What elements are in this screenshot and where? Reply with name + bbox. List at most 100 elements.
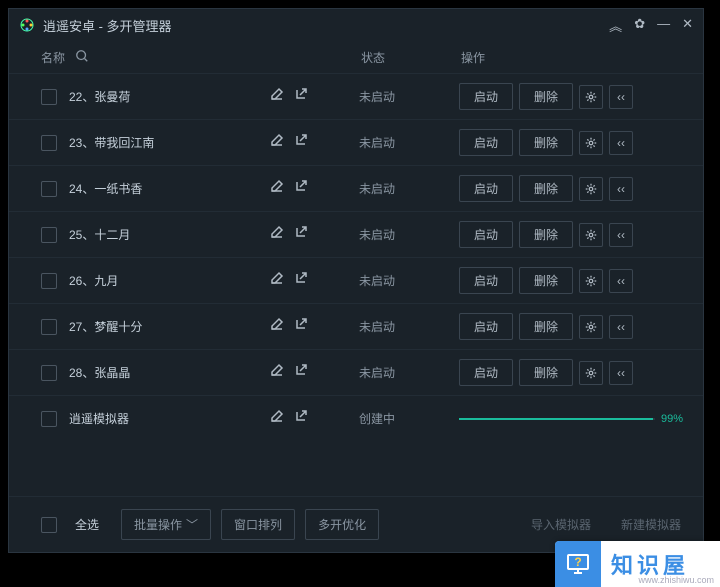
more-button[interactable]: ‹‹: [609, 177, 633, 201]
delete-button[interactable]: 删除: [519, 175, 573, 202]
table-row: 22、张曼荷 未启动 启动 删除 ‹‹: [9, 73, 703, 119]
start-button[interactable]: 启动: [459, 129, 513, 156]
table-row: 23、带我回江南 未启动 启动 删除 ‹‹: [9, 119, 703, 165]
multi-optimize-button[interactable]: 多开优化: [305, 509, 379, 540]
settings-button[interactable]: [579, 269, 603, 293]
app-logo-icon: [19, 17, 35, 33]
launch-icon[interactable]: [293, 224, 309, 245]
delete-button[interactable]: 删除: [519, 359, 573, 386]
settings-gear-icon[interactable]: ✿: [634, 16, 645, 35]
watermark-icon: ?: [555, 541, 601, 587]
launch-icon[interactable]: [293, 362, 309, 383]
start-button[interactable]: 启动: [459, 313, 513, 340]
chevron-down-icon: ﹀: [186, 516, 198, 533]
row-status: 未启动: [359, 272, 459, 289]
row-name: 24、一纸书香: [69, 180, 269, 197]
row-checkbox[interactable]: [41, 181, 57, 197]
start-button[interactable]: 启动: [459, 83, 513, 110]
more-button[interactable]: ‹‹: [609, 269, 633, 293]
row-status: 未启动: [359, 318, 459, 335]
delete-button[interactable]: 删除: [519, 313, 573, 340]
edit-icon[interactable]: [269, 316, 285, 337]
table-row: 27、梦醒十分 未启动 启动 删除 ‹‹: [9, 303, 703, 349]
row-checkbox[interactable]: [41, 319, 57, 335]
row-status: 未启动: [359, 226, 459, 243]
row-checkbox[interactable]: [41, 365, 57, 381]
svg-text:?: ?: [574, 555, 581, 569]
row-name: 22、张曼荷: [69, 88, 269, 105]
launch-icon[interactable]: [293, 316, 309, 337]
more-button[interactable]: ‹‹: [609, 223, 633, 247]
header-name-label: 名称: [41, 49, 65, 66]
settings-button[interactable]: [579, 131, 603, 155]
import-button[interactable]: 导入模拟器: [521, 510, 601, 539]
settings-button[interactable]: [579, 85, 603, 109]
row-status: 未启动: [359, 180, 459, 197]
list-header: 名称 状态 操作: [9, 41, 703, 73]
search-icon[interactable]: [75, 49, 89, 66]
row-status: 创建中: [359, 410, 459, 427]
settings-button[interactable]: [579, 177, 603, 201]
table-row: 24、一纸书香 未启动 启动 删除 ‹‹: [9, 165, 703, 211]
start-button[interactable]: 启动: [459, 267, 513, 294]
progress-text: 99%: [661, 413, 683, 425]
row-checkbox[interactable]: [41, 89, 57, 105]
watermark-url: www.zhishiwu.com: [638, 575, 714, 585]
edit-icon[interactable]: [269, 270, 285, 291]
launch-icon[interactable]: [293, 270, 309, 291]
row-checkbox[interactable]: [41, 135, 57, 151]
table-row: 26、九月 未启动 启动 删除 ‹‹: [9, 257, 703, 303]
progress-bar: 99%: [459, 413, 691, 425]
edit-icon[interactable]: [269, 362, 285, 383]
header-action-label: 操作: [461, 49, 691, 66]
app-window: 逍遥安卓 - 多开管理器 ︽ ✿ — ✕ 名称 状态 操作 22、张曼荷 未启动…: [8, 8, 704, 553]
delete-button[interactable]: 删除: [519, 267, 573, 294]
launch-icon[interactable]: [293, 408, 309, 429]
collapse-up-icon[interactable]: ︽: [609, 16, 622, 35]
edit-icon[interactable]: [269, 86, 285, 107]
app-title: 逍遥安卓 - 多开管理器: [43, 16, 609, 35]
row-name: 25、十二月: [69, 226, 269, 243]
row-checkbox[interactable]: [41, 227, 57, 243]
table-row: 逍遥模拟器 创建中 99%: [9, 395, 703, 441]
edit-icon[interactable]: [269, 224, 285, 245]
launch-icon[interactable]: [293, 132, 309, 153]
start-button[interactable]: 启动: [459, 175, 513, 202]
start-button[interactable]: 启动: [459, 221, 513, 248]
row-checkbox[interactable]: [41, 273, 57, 289]
row-status: 未启动: [359, 88, 459, 105]
more-button[interactable]: ‹‹: [609, 131, 633, 155]
settings-button[interactable]: [579, 315, 603, 339]
row-status: 未启动: [359, 134, 459, 151]
edit-icon[interactable]: [269, 408, 285, 429]
instance-list: 22、张曼荷 未启动 启动 删除 ‹‹ 23、带我回江南 未启动 启动 删除 ‹…: [9, 73, 703, 441]
row-name: 26、九月: [69, 272, 269, 289]
more-button[interactable]: ‹‹: [609, 361, 633, 385]
edit-icon[interactable]: [269, 132, 285, 153]
more-button[interactable]: ‹‹: [609, 85, 633, 109]
more-button[interactable]: ‹‹: [609, 315, 633, 339]
batch-operation-button[interactable]: 批量操作 ﹀: [121, 509, 211, 540]
row-checkbox[interactable]: [41, 411, 57, 427]
row-status: 未启动: [359, 364, 459, 381]
close-icon[interactable]: ✕: [682, 16, 693, 35]
settings-button[interactable]: [579, 223, 603, 247]
start-button[interactable]: 启动: [459, 359, 513, 386]
table-row: 25、十二月 未启动 启动 删除 ‹‹: [9, 211, 703, 257]
launch-icon[interactable]: [293, 178, 309, 199]
watermark-badge: ? 知识屋 www.zhishiwu.com: [555, 541, 720, 587]
settings-button[interactable]: [579, 361, 603, 385]
minimize-icon[interactable]: —: [657, 16, 670, 35]
window-arrange-button[interactable]: 窗口排列: [221, 509, 295, 540]
delete-button[interactable]: 删除: [519, 221, 573, 248]
delete-button[interactable]: 删除: [519, 129, 573, 156]
table-row: 28、张晶晶 未启动 启动 删除 ‹‹: [9, 349, 703, 395]
delete-button[interactable]: 删除: [519, 83, 573, 110]
new-instance-button[interactable]: 新建模拟器: [611, 510, 691, 539]
launch-icon[interactable]: [293, 86, 309, 107]
edit-icon[interactable]: [269, 178, 285, 199]
select-all-label: 全选: [75, 516, 99, 533]
header-status-label: 状态: [361, 49, 461, 66]
select-all-checkbox[interactable]: [41, 517, 57, 533]
row-name: 27、梦醒十分: [69, 318, 269, 335]
